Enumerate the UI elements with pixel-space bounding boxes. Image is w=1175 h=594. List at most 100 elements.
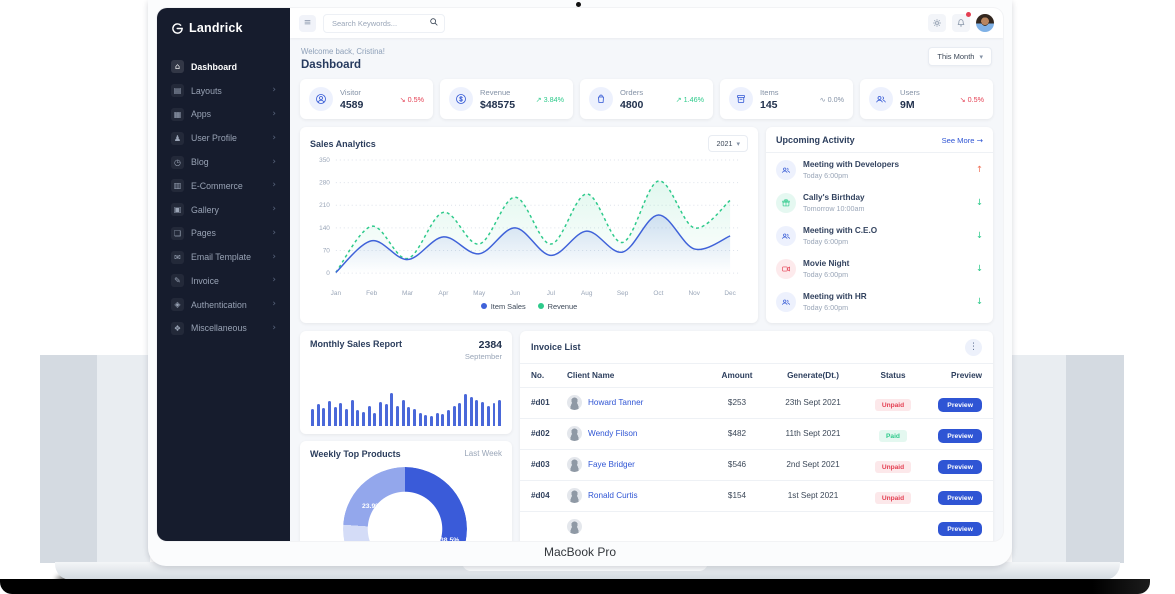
- mail-icon: ✉: [171, 251, 184, 264]
- gear-icon: [932, 18, 942, 28]
- sales-bar: [430, 416, 433, 426]
- invoice-amount: $546: [708, 460, 766, 469]
- notifications-button[interactable]: [952, 14, 970, 32]
- search-icon[interactable]: [429, 17, 439, 27]
- items-icon: [729, 87, 753, 111]
- file-icon: ❏: [171, 227, 184, 240]
- visitor-icon: [309, 87, 333, 111]
- chevron-right-icon: ›: [272, 276, 276, 285]
- sidebar-item-gallery[interactable]: ▣Gallery›: [167, 198, 280, 222]
- sidebar-item-invoice[interactable]: ✎Invoice›: [167, 269, 280, 293]
- menu-toggle-button[interactable]: ≡: [299, 15, 316, 32]
- sidebar-item-apps[interactable]: ▦Apps›: [167, 103, 280, 127]
- legend-item[interactable]: Revenue: [538, 302, 578, 311]
- charts-row: Sales Analytics 2021 ▾ 350280210140700Ja…: [300, 127, 993, 323]
- sales-bar: [464, 394, 467, 426]
- invoice-table-header: No.Client NameAmountGenerate(Dt.)StatusP…: [520, 363, 993, 387]
- sidebar-item-e-commerce[interactable]: ▥E-Commerce›: [167, 174, 280, 198]
- invoice-no: #d01: [531, 398, 567, 407]
- stat-card-items: Items145∿ 0.0%: [720, 79, 853, 119]
- monthly-sales-value: 2384: [465, 339, 502, 351]
- sidebar-item-email-template[interactable]: ✉Email Template›: [167, 245, 280, 269]
- client-name-link[interactable]: Howard Tanner: [588, 398, 643, 407]
- period-dropdown[interactable]: This Month ▾: [928, 47, 992, 66]
- sales-bar: [481, 402, 484, 426]
- see-more-link[interactable]: See More →: [942, 136, 983, 145]
- landrick-logo-icon: [171, 22, 184, 35]
- column-header: No.: [531, 371, 567, 380]
- more-options-button[interactable]: ⋮: [965, 339, 982, 356]
- invoice-no: #d04: [531, 491, 567, 500]
- gift-icon: [776, 193, 796, 213]
- topbar-actions: [928, 14, 994, 32]
- page-header: Welcome back, Cristina! Dashboard This M…: [301, 47, 992, 71]
- sidebar-item-user-profile[interactable]: ♟User Profile›: [167, 126, 280, 150]
- preview-button[interactable]: Preview: [938, 429, 982, 443]
- sales-bar: [475, 400, 478, 426]
- sales-bar: [368, 406, 371, 426]
- monthly-sales-title: Monthly Sales Report: [310, 339, 402, 361]
- sidebar: Landrick ⌂Dashboard▤Layouts›▦Apps›♟User …: [157, 8, 290, 541]
- legend-item[interactable]: Item Sales: [481, 302, 526, 311]
- client-avatar: [567, 457, 582, 472]
- sidebar-item-layouts[interactable]: ▤Layouts›: [167, 79, 280, 103]
- sidebar-item-blog[interactable]: ◷Blog›: [167, 150, 280, 174]
- invoice-row: #d02Wendy Filson$48211th Sept 2021PaidPr…: [520, 418, 993, 449]
- invoice-list-title: Invoice List: [531, 342, 581, 352]
- sales-bar: [317, 404, 320, 426]
- preview-button[interactable]: Preview: [938, 522, 982, 536]
- sales-bar: [328, 401, 331, 426]
- meeting-icon: [776, 292, 796, 312]
- invoice-row: Preview: [520, 511, 993, 541]
- dashboard-body: Welcome back, Cristina! Dashboard This M…: [290, 38, 1003, 541]
- year-dropdown[interactable]: 2021 ▾: [708, 135, 748, 152]
- svg-text:Dec: Dec: [724, 290, 736, 297]
- search-input[interactable]: [323, 14, 445, 33]
- logo[interactable]: Landrick: [157, 8, 290, 47]
- activity-item[interactable]: Cally's BirthdayTomorrow 10:00am↓: [776, 186, 983, 219]
- activity-item[interactable]: Meeting with DevelopersToday 6:00pm↑: [776, 153, 983, 186]
- activity-item[interactable]: Movie NightToday 6:00pm↓: [776, 253, 983, 286]
- home-icon: ⌂: [171, 60, 184, 73]
- sales-bar: [379, 402, 382, 426]
- activity-item[interactable]: Meeting with HRToday 6:00pm↓: [776, 286, 983, 319]
- client-avatar: [567, 426, 582, 441]
- sales-bar: [447, 410, 450, 426]
- user-avatar[interactable]: [976, 14, 994, 32]
- weekly-period: Last Week: [464, 449, 502, 458]
- sales-bar: [351, 400, 354, 426]
- macbook-mockup: MacBook Pro Landrick ⌂Dashboard▤Layouts›…: [0, 0, 1175, 594]
- column-header: Preview: [926, 371, 982, 380]
- column-header: Generate(Dt.): [766, 371, 860, 380]
- page-title: Dashboard: [301, 59, 385, 71]
- cart-icon: ▥: [171, 179, 184, 192]
- upcoming-activity-card: Upcoming Activity See More → Meeting wit…: [766, 127, 993, 323]
- sidebar-item-pages[interactable]: ❏Pages›: [167, 221, 280, 245]
- svg-text:May: May: [473, 290, 486, 297]
- sales-bar: [419, 413, 422, 426]
- invoice-date: 23th Sept 2021: [766, 398, 860, 407]
- meeting-icon: [776, 226, 796, 246]
- bottom-row: Monthly Sales Report 2384 September Week…: [300, 331, 993, 541]
- sidebar-item-authentication[interactable]: ◈Authentication›: [167, 293, 280, 317]
- invoice-amount: $253: [708, 398, 766, 407]
- preview-button[interactable]: Preview: [938, 398, 982, 412]
- preview-button[interactable]: Preview: [938, 460, 982, 474]
- svg-text:210: 210: [319, 202, 330, 209]
- activity-item[interactable]: Meeting with C.E.OToday 6:00pm↓: [776, 219, 983, 252]
- client-avatar: [567, 519, 582, 534]
- preview-button[interactable]: Preview: [938, 491, 982, 505]
- client-name-link[interactable]: Ronald Curtis: [588, 491, 638, 500]
- stat-trend: ↘ 0.5%: [400, 95, 424, 104]
- legend-dot: [481, 303, 487, 309]
- main-area: ≡: [290, 8, 1003, 541]
- sidebar-item-miscellaneous[interactable]: ❖Miscellaneous›: [167, 317, 280, 341]
- settings-button[interactable]: [928, 14, 946, 32]
- client-name-link[interactable]: Faye Bridger: [588, 460, 635, 469]
- monthly-sales-bars: [310, 361, 502, 426]
- sidebar-item-dashboard[interactable]: ⌂Dashboard: [167, 55, 280, 79]
- chevron-right-icon: ›: [272, 158, 276, 167]
- chevron-right-icon: ›: [272, 229, 276, 238]
- sales-bar: [436, 413, 439, 426]
- client-name-link[interactable]: Wendy Filson: [588, 429, 637, 438]
